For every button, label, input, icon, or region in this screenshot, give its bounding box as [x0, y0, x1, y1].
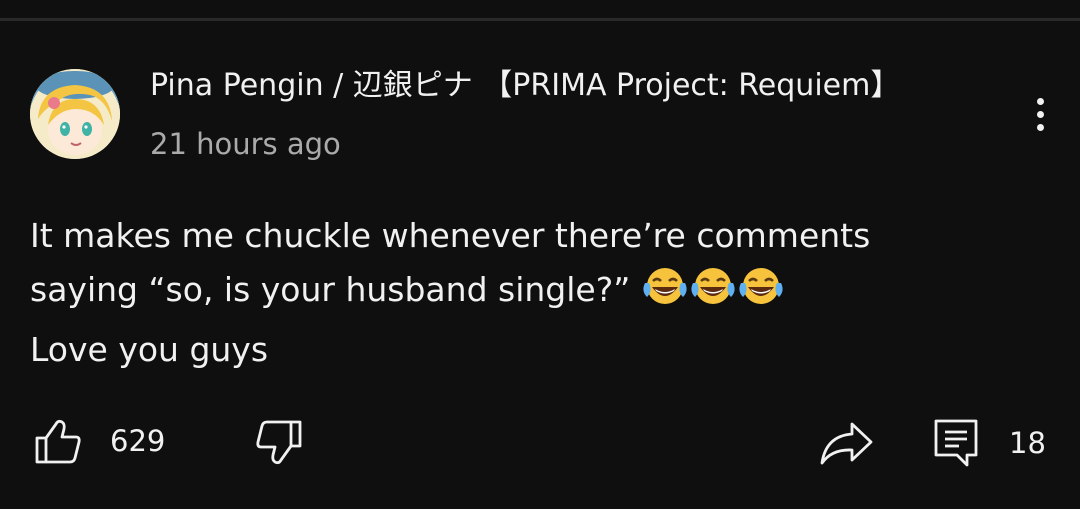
action-bar: 629 18: [0, 410, 1080, 476]
comment-text: It makes me chuckle whenever there’re co…: [30, 209, 1040, 377]
comment-timestamp[interactable]: 21 hours ago: [150, 122, 1010, 166]
like-count: 629: [110, 424, 166, 458]
thumbs-up-icon: [35, 419, 81, 464]
avatar[interactable]: [30, 69, 120, 159]
face-with-tears-of-joy-icon: [641, 265, 689, 323]
share-button[interactable]: [818, 420, 874, 466]
face-with-tears-of-joy-icon: [689, 265, 737, 323]
replies-button[interactable]: 18: [933, 418, 1046, 468]
avatar-image: [30, 69, 120, 159]
dislike-button[interactable]: [255, 420, 303, 466]
share-arrow-icon: [820, 422, 873, 465]
reply-count: 18: [1009, 426, 1046, 460]
comment-line: Love you guys: [30, 330, 269, 369]
comment-line: It makes me chuckle whenever there’re co…: [30, 216, 871, 255]
menu-dot: [1036, 97, 1044, 105]
like-button[interactable]: 629: [34, 418, 165, 464]
comment-line: saying “so, is your husband single?”: [30, 270, 641, 309]
comment-line-with-emoji: saying “so, is your husband single?”: [30, 263, 1040, 323]
more-vert-icon[interactable]: [1022, 90, 1058, 138]
comment-icon: [934, 419, 978, 467]
top-divider: [0, 18, 1080, 21]
thumbs-down-icon: [256, 420, 302, 465]
face-with-tears-of-joy-icon: [737, 265, 785, 323]
author-name[interactable]: Pina Pengin / 辺銀ピナ 【PRIMA Project: Requi…: [150, 64, 1010, 108]
menu-dot: [1036, 123, 1044, 131]
comment-header: Pina Pengin / 辺銀ピナ 【PRIMA Project: Requi…: [150, 64, 1010, 166]
menu-dot: [1036, 110, 1044, 118]
